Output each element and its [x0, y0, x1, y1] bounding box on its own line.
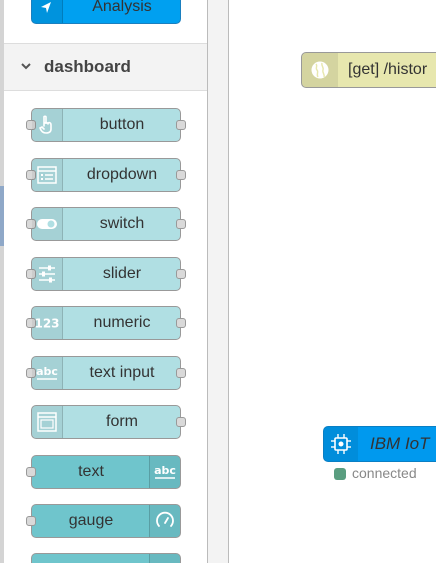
- palette-node-form[interactable]: form: [31, 405, 186, 439]
- chip-icon: [331, 434, 351, 454]
- form-icon: [37, 412, 57, 432]
- flow-node-icon-box: [324, 427, 358, 461]
- node-icon-box: [32, 109, 63, 141]
- gauge-icon: [156, 511, 174, 527]
- category-header-dashboard[interactable]: dashboard: [4, 43, 207, 91]
- palette-node-gauge[interactable]: gauge: [26, 504, 181, 538]
- status-indicator: [334, 468, 346, 480]
- svg-text:abc: abc: [154, 464, 176, 477]
- node-label: text input: [89, 364, 155, 381]
- node-icon-box: [32, 258, 63, 290]
- abc-text-icon: abc: [36, 365, 58, 380]
- sliders-icon: [39, 265, 55, 283]
- output-port[interactable]: [176, 269, 186, 279]
- abc-text-icon: abc: [154, 464, 176, 479]
- flow-node-label: [get] /histor: [348, 61, 428, 78]
- analysis-node-icon-box: [32, 0, 63, 23]
- node-icon-box: 123: [32, 307, 63, 339]
- status-text: connected: [352, 465, 417, 481]
- svg-text:123: 123: [34, 317, 59, 331]
- palette-node-text[interactable]: text abc: [26, 455, 181, 489]
- output-port[interactable]: [176, 120, 186, 130]
- node-icon-box: abc: [32, 357, 63, 389]
- palette-node-text-input[interactable]: abc text input: [26, 356, 186, 390]
- numeric-123-icon: 123: [34, 317, 59, 331]
- arrow-icon: [41, 2, 51, 13]
- output-port[interactable]: [176, 417, 186, 427]
- palette-node-slider[interactable]: slider: [26, 257, 186, 291]
- svg-text:abc: abc: [36, 365, 58, 378]
- output-port[interactable]: [176, 318, 186, 328]
- palette-gutter: [208, 0, 229, 563]
- node-label: form: [106, 413, 138, 430]
- node-label: text: [78, 463, 104, 480]
- node-label: switch: [99, 215, 145, 232]
- palette-node-switch[interactable]: switch: [26, 207, 186, 241]
- palette-node-analysis[interactable]: Analysis: [31, 0, 181, 24]
- node-icon-box: [32, 406, 63, 438]
- palette-node-partial[interactable]: [31, 553, 181, 563]
- node-palette: Analysis dashboard button dropdown switc…: [4, 0, 208, 563]
- chevron-down-icon: [21, 63, 31, 70]
- flow-node-icon-box: [302, 53, 338, 87]
- output-port[interactable]: [176, 368, 186, 378]
- category-title: dashboard: [44, 57, 131, 76]
- flow-node-label: IBM IoT: [370, 434, 430, 453]
- flow-node-http-get[interactable]: [get] /histor: [301, 52, 436, 88]
- hand-pointer-icon: [39, 115, 52, 134]
- output-port[interactable]: [176, 219, 186, 229]
- output-port[interactable]: [176, 170, 186, 180]
- node-label: gauge: [68, 512, 114, 529]
- node-icon-box: [32, 208, 63, 240]
- flow-node-ibm-iot[interactable]: IBM IoT: [323, 426, 436, 462]
- toggle-icon: [37, 219, 57, 229]
- globe-icon: [311, 61, 329, 79]
- node-icon-box: [149, 554, 180, 563]
- node-label: dropdown: [86, 166, 158, 183]
- palette-node-button[interactable]: button: [26, 108, 186, 142]
- node-icon-box: abc: [149, 456, 180, 488]
- node-icon-box: [32, 159, 63, 191]
- analysis-node-label: Analysis: [92, 0, 152, 15]
- node-label: button: [99, 116, 145, 133]
- palette-node-numeric[interactable]: 123 numeric: [26, 306, 186, 340]
- palette-node-dropdown[interactable]: dropdown: [26, 158, 186, 192]
- node-label: numeric: [93, 314, 151, 331]
- node-icon-box: [149, 505, 180, 537]
- list-icon: [37, 166, 57, 184]
- flow-workspace[interactable]: [get] /histor IBM IoT connected: [229, 0, 436, 563]
- node-label: slider: [102, 265, 142, 282]
